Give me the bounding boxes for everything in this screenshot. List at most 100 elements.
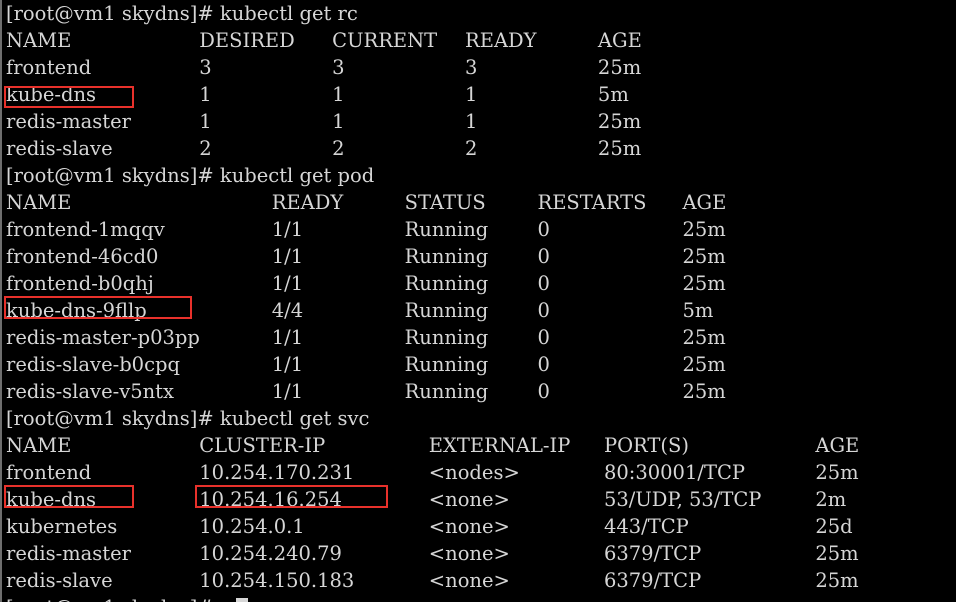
column-header-ready: READY: [465, 29, 537, 52]
cell: Running: [404, 326, 489, 349]
cell: 25m: [815, 542, 859, 565]
cell: redis-master: [6, 110, 131, 133]
cell: redis-slave: [6, 137, 113, 160]
cell: Running: [404, 353, 489, 376]
cell: 5m: [682, 299, 714, 322]
cell: kube-dns: [6, 83, 97, 106]
cell: <nodes>: [428, 461, 520, 484]
cell: 25m: [815, 569, 859, 592]
column-header-desired: DESIRED: [199, 29, 295, 52]
table-row: redis-master 1 1 1 25m: [6, 108, 956, 135]
cell: 3: [332, 56, 345, 79]
cell: 25m: [682, 272, 726, 295]
terminal-window[interactable]: [root@vm1 skydns]# kubectl get rc NAME DES…: [0, 0, 956, 602]
column-header-cluster-ip: CLUSTER-IP: [199, 434, 326, 457]
table-row: frontend 10.254.170.231 <nodes> 80:30001/TC…: [6, 459, 956, 486]
cell: redis-slave-v5ntx: [6, 380, 175, 403]
cell: kubernetes: [6, 515, 118, 538]
cell: 80:30001/TCP: [603, 461, 745, 484]
cell: 25m: [682, 353, 726, 376]
table-row: redis-slave 10.254.150.183 <none> 6379/TCP 2…: [6, 567, 956, 594]
table-row: frontend-1mqqv 1/1 Running 0 25m: [6, 216, 956, 243]
cell: <none>: [428, 488, 510, 511]
cell: 1: [332, 110, 345, 133]
column-header-status: STATUS: [404, 191, 486, 214]
cell: 10.254.170.231: [199, 461, 355, 484]
column-header-restarts: RESTARTS: [537, 191, 647, 214]
table-row: kube-dns 10.254.16.254 <none> 53/UDP, 53/TC…: [6, 486, 956, 513]
cell: 2: [465, 137, 478, 160]
cell: redis-master: [6, 542, 131, 565]
cell: 1/1: [271, 353, 304, 376]
cell: kube-dns: [6, 488, 97, 511]
table-header-row: NAME CLUSTER-IP EXTERNAL-IP PORT(S) AGE: [6, 432, 956, 459]
cell: 1: [199, 83, 212, 106]
cell: 3: [199, 56, 212, 79]
cell: 25m: [815, 461, 859, 484]
cell: 0: [537, 326, 550, 349]
table-row: redis-slave-v5ntx 1/1 Running 0 25m: [6, 378, 956, 405]
cell: 1: [465, 110, 478, 133]
shell-prompt-command: [root@vm1 skydns]# kubectl get svc: [6, 407, 370, 430]
cell: frontend: [6, 461, 92, 484]
cell: 4/4: [271, 299, 304, 322]
cell: 0: [537, 218, 550, 241]
cell: 25m: [682, 245, 726, 268]
table-row: kube-dns-9fllp 4/4 Running 0 5m: [6, 297, 956, 324]
column-header-current: CURRENT: [332, 29, 438, 52]
cell: frontend: [6, 56, 92, 79]
cell: 25m: [682, 380, 726, 403]
cell: 443/TCP: [603, 515, 689, 538]
shell-prompt-command: [root@vm1 skydns]# kubectl get rc: [6, 2, 358, 25]
cell: 5m: [597, 83, 629, 106]
table-row: frontend-b0qhj 1/1 Running 0 25m: [6, 270, 956, 297]
shell-prompt-command: [root@vm1 skydns]# kubectl get pod: [6, 164, 375, 187]
table-row: frontend 3 3 3 25m: [6, 54, 956, 81]
table-row: kube-dns 1 1 1 5m: [6, 81, 956, 108]
cell: Running: [404, 299, 489, 322]
cell: 6379/TCP: [603, 542, 702, 565]
table-row: kubernetes 10.254.0.1 <none> 443/TCP 25d: [6, 513, 956, 540]
cell: 3: [465, 56, 478, 79]
column-header-port-s: PORT(S): [603, 434, 689, 457]
cell: 25m: [682, 326, 726, 349]
table-row: redis-master-p03pp 1/1 Running 0 25m: [6, 324, 956, 351]
cell: 10.254.16.254: [199, 488, 342, 511]
cell: 10.254.240.79: [199, 542, 342, 565]
cell: <none>: [428, 542, 510, 565]
cell: 25m: [682, 218, 726, 241]
cell: 1/1: [271, 272, 304, 295]
cell: redis-slave: [6, 569, 113, 592]
cell: 1: [332, 83, 345, 106]
table-row: redis-slave 2 2 2 25m: [6, 135, 956, 162]
cell: Running: [404, 218, 489, 241]
cell: 2m: [815, 488, 847, 511]
column-header-ready: READY: [271, 191, 344, 214]
cell: 1/1: [271, 218, 304, 241]
cell: 0: [537, 272, 550, 295]
cell: <none>: [428, 515, 510, 538]
table-row: redis-slave-b0cpq 1/1 Running 0 25m: [6, 351, 956, 378]
column-header-external-ip: EXTERNAL-IP: [428, 434, 571, 457]
terminal-screen[interactable]: [root@vm1 skydns]# kubectl get rc NAME DES…: [2, 0, 956, 602]
cell: 1/1: [271, 326, 304, 349]
column-header-age: AGE: [815, 434, 860, 457]
column-header-age: AGE: [682, 191, 727, 214]
table-header-row: NAME READY STATUS RESTARTS AGE: [6, 189, 956, 216]
command-line: [root@vm1 skydns]# kubectl get svc: [6, 405, 956, 432]
column-header-age: AGE: [597, 29, 642, 52]
cell: redis-master-p03pp: [6, 326, 200, 349]
final-command-line: [root@vm1 skydns]#: [6, 594, 956, 602]
shell-prompt: [root@vm1 skydns]#: [6, 594, 220, 602]
column-header-name: NAME: [6, 191, 72, 214]
cell: frontend-b0qhj: [6, 272, 154, 295]
command-line: [root@vm1 skydns]# kubectl get pod: [6, 162, 956, 189]
cell: 10.254.150.183: [199, 569, 355, 592]
cell: 1/1: [271, 380, 304, 403]
table-row: frontend-46cd0 1/1 Running 0 25m: [6, 243, 956, 270]
cell: 1: [465, 83, 478, 106]
cell: 6379/TCP: [603, 569, 702, 592]
table-row: redis-master 10.254.240.79 <none> 6379/TCP 2…: [6, 540, 956, 567]
cell: <none>: [428, 569, 510, 592]
cell: 1/1: [271, 245, 304, 268]
